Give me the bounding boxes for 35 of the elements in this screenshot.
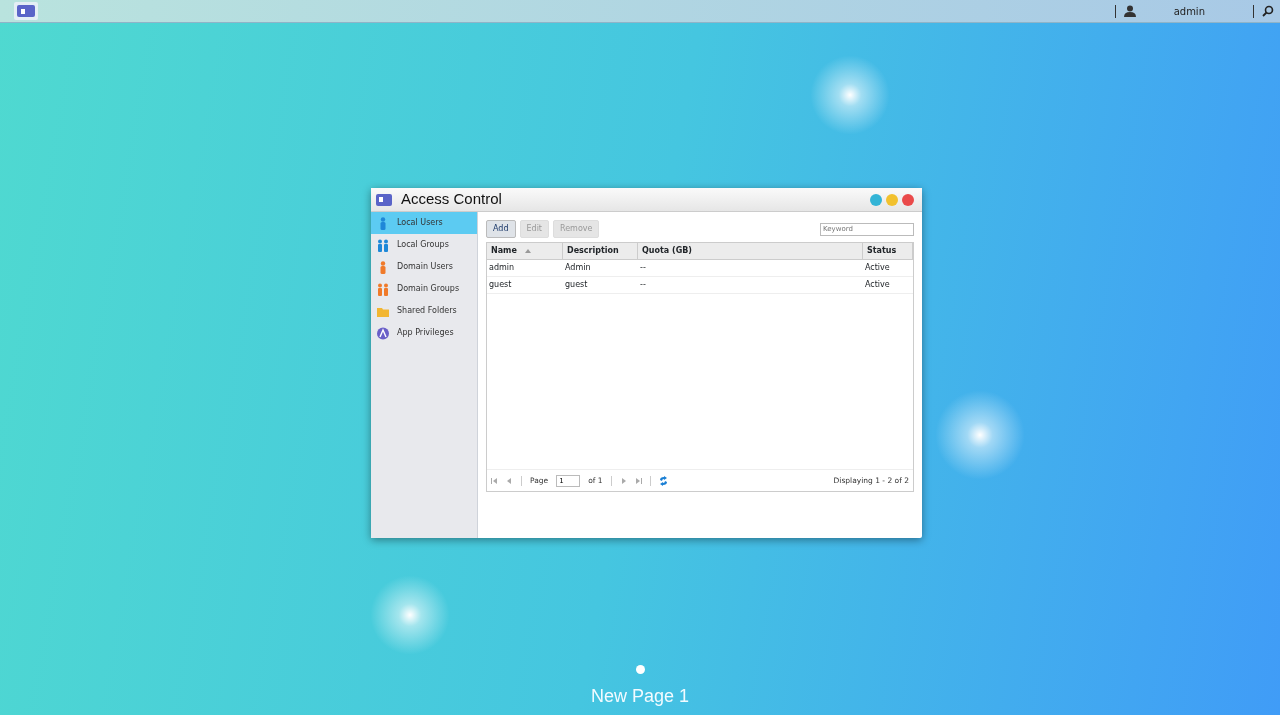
sidebar-item[interactable]: App Privileges (371, 322, 477, 344)
app-icon[interactable] (14, 2, 38, 20)
sidebar-item[interactable]: Domain Groups (371, 278, 477, 300)
user-icon[interactable] (1123, 5, 1136, 17)
user-name[interactable]: admin (1173, 3, 1205, 19)
help-button[interactable] (870, 193, 882, 206)
app-icon (375, 191, 393, 208)
column-header[interactable]: Name (487, 243, 563, 259)
table-cell-text: Active (864, 279, 891, 291)
table-cell-text: -- (639, 262, 647, 274)
minimize-button[interactable] (886, 193, 898, 206)
table-cell-text: Admin (564, 262, 592, 274)
refresh-icon[interactable] (658, 475, 668, 486)
sidebar-item[interactable]: Domain Users (371, 256, 477, 278)
page-indicator-dot[interactable] (636, 665, 645, 674)
toolbar-button[interactable]: Add (486, 220, 516, 238)
column-header[interactable]: Description (563, 243, 638, 259)
window-title: Access Control (401, 189, 502, 210)
sidebar-item[interactable]: Local Groups (371, 234, 477, 256)
page-title: New Page 1 (589, 685, 691, 708)
first-page-icon[interactable] (491, 476, 498, 485)
table-cell-text: guest (488, 279, 513, 291)
table-cell-text: guest (564, 279, 589, 291)
last-page-icon[interactable] (634, 476, 642, 485)
table-cell-text: admin (488, 262, 516, 274)
close-button[interactable] (902, 193, 914, 206)
search-icon[interactable] (1262, 5, 1274, 17)
sidebar-item[interactable]: Local Users (371, 212, 477, 234)
column-header[interactable]: Quota (GB) (638, 243, 863, 259)
next-page-icon[interactable] (619, 476, 627, 485)
previous-page-icon[interactable] (506, 476, 513, 485)
column-header[interactable]: Status (863, 243, 913, 259)
sidebar-item[interactable]: Shared Folders (371, 300, 477, 322)
table-cell-text: -- (639, 279, 647, 291)
table-cell-text: Active (864, 262, 891, 274)
